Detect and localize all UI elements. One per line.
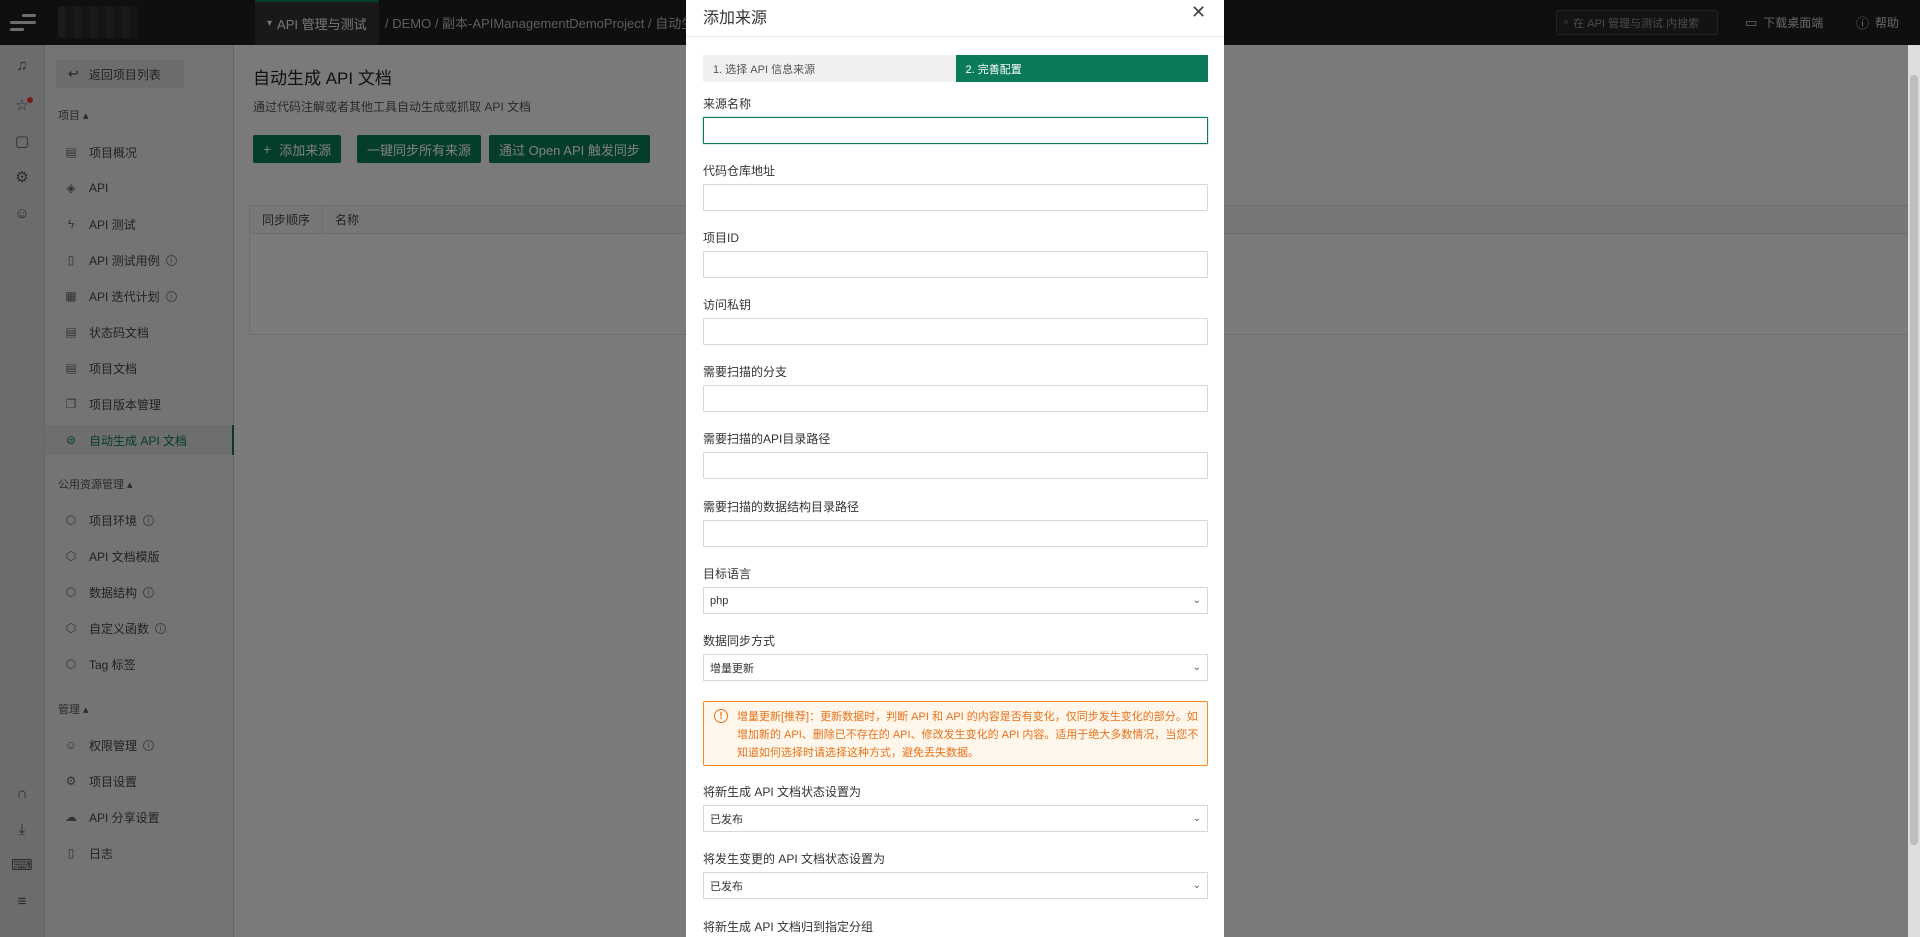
language-value: php [710, 594, 729, 607]
label-project-id: 项目ID [703, 231, 740, 245]
label-language: 目标语言 [703, 567, 752, 581]
steps-indicator: 1. 选择 API 信息来源 2. 完善配置 [703, 55, 1208, 82]
label-branch: 需要扫描的分支 [703, 365, 788, 379]
chevron-down-icon: ⌄ [1192, 813, 1201, 824]
chevron-down-icon: ⌄ [1192, 880, 1201, 891]
language-select[interactable]: php ⌄ [703, 587, 1208, 614]
label-changed-status: 将发生变更的 API 文档状态设置为 [703, 852, 886, 866]
label-target-group: 将新生成 API 文档归到指定分组 [703, 920, 874, 934]
label-api-dir: 需要扫描的API目录路径 [703, 432, 831, 446]
chevron-down-icon: ⌄ [1192, 595, 1201, 606]
label-sync-mode: 数据同步方式 [703, 634, 776, 648]
access-key-input[interactable] [703, 318, 1208, 345]
label-new-status: 将新生成 API 文档状态设置为 [703, 785, 862, 799]
warning-icon: ! [714, 709, 728, 723]
step-select-source[interactable]: 1. 选择 API 信息来源 [703, 55, 956, 82]
add-source-modal: 添加来源 ✕ 1. 选择 API 信息来源 2. 完善配置 来源名称 代码仓库地… [686, 0, 1224, 937]
branch-input[interactable] [703, 385, 1208, 412]
sync-mode-warning: ! 增量更新[推荐]：更新数据时，判断 API 和 API 的内容是否有变化，仅… [703, 701, 1208, 766]
page-scrollbar[interactable] [1908, 45, 1920, 937]
close-icon[interactable]: ✕ [1191, 2, 1206, 23]
divider [686, 36, 1224, 37]
step-complete-config[interactable]: 2. 完善配置 [955, 55, 1208, 82]
changed-status-select[interactable]: 已发布 ⌄ [703, 872, 1208, 899]
chevron-down-icon: ⌄ [1192, 662, 1201, 673]
new-status-select[interactable]: 已发布 ⌄ [703, 805, 1208, 832]
source-name-input[interactable] [703, 117, 1208, 144]
new-status-value: 已发布 [710, 813, 743, 826]
label-repo-url: 代码仓库地址 [703, 164, 776, 178]
label-access-key: 访问私钥 [703, 298, 752, 312]
sync-mode-value: 增量更新 [710, 662, 754, 675]
sync-mode-select[interactable]: 增量更新 ⌄ [703, 654, 1208, 681]
scrollbar-thumb[interactable] [1910, 75, 1918, 845]
label-struct-dir: 需要扫描的数据结构目录路径 [703, 500, 860, 514]
label-source-name: 来源名称 [703, 97, 752, 111]
struct-dir-input[interactable] [703, 520, 1208, 547]
project-id-input[interactable] [703, 251, 1208, 278]
warning-text: 增量更新[推荐]：更新数据时，判断 API 和 API 的内容是否有变化，仅同步… [737, 711, 1199, 759]
api-dir-input[interactable] [703, 452, 1208, 479]
changed-status-value: 已发布 [710, 880, 743, 893]
repo-url-input[interactable] [703, 184, 1208, 211]
modal-title: 添加来源 [703, 10, 768, 27]
